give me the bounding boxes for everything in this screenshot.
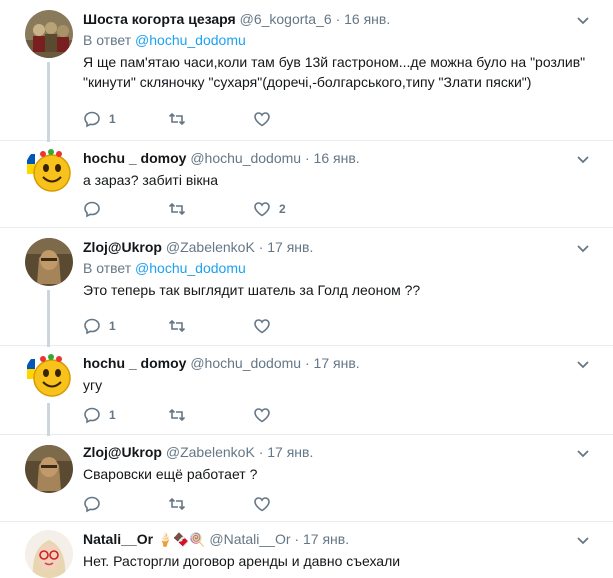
separator: ·: [304, 355, 310, 371]
separator: ·: [258, 444, 264, 460]
heart-icon: [254, 497, 270, 512]
author-name[interactable]: Zloj@Ukrop: [83, 239, 162, 255]
reply-context: В ответ @hochu_dodomu: [83, 31, 593, 50]
separator: ·: [304, 150, 310, 166]
retweet-button[interactable]: [168, 200, 253, 218]
retweet-icon: [168, 319, 186, 333]
reply-to-link[interactable]: @hochu_dodomu: [135, 260, 246, 276]
name-emoji: 🍦🍫🍭: [156, 532, 206, 547]
tweet-text: Это теперь так выглядит шатель за Голд л…: [83, 282, 421, 298]
author-name[interactable]: Natali__Or: [83, 531, 153, 547]
tweet[interactable]: Zloj@Ukrop @ZabelenkoK · 17 янв. Сваровс…: [0, 435, 613, 522]
reply-icon: [84, 496, 100, 513]
retweet-icon: [168, 202, 186, 216]
tweet[interactable]: Natali__Or 🍦🍫🍭 @Natali__Or · 17 янв. Нет…: [0, 522, 613, 578]
avatar[interactable]: [25, 146, 73, 194]
separator: ·: [335, 11, 341, 27]
tweet-text: Я ще пам'ятаю часи,коли там був 13й гаст…: [83, 54, 590, 90]
author-handle[interactable]: @hochu_dodomu: [190, 150, 301, 166]
heart-icon: [254, 112, 270, 127]
reply-icon: [84, 318, 100, 335]
thread-line: [47, 62, 50, 142]
like-button[interactable]: [253, 317, 338, 335]
retweet-button[interactable]: [168, 317, 253, 335]
author-name[interactable]: hochu _ domoy: [83, 150, 186, 166]
author-name[interactable]: Zloj@Ukrop: [83, 444, 162, 460]
reply-button[interactable]: 1: [83, 406, 168, 424]
tweet[interactable]: Zloj@Ukrop @ZabelenkoK · 17 янв. В ответ…: [0, 228, 613, 347]
author-handle[interactable]: @Natali__Or: [209, 531, 290, 547]
tweet-date[interactable]: 17 янв.: [314, 355, 360, 371]
separator: ·: [294, 531, 300, 547]
tweet[interactable]: hochu _ domoy @hochu_dodomu · 16 янв. а …: [0, 141, 613, 228]
separator: ·: [258, 239, 264, 255]
reply-button[interactable]: 1: [83, 317, 168, 335]
author-handle[interactable]: @ZabelenkoK: [166, 239, 255, 255]
tweet-text: Нет. Расторгли договор аренды и давно съ…: [83, 553, 401, 569]
author-handle[interactable]: @ZabelenkoK: [166, 444, 255, 460]
tweet-date[interactable]: 16 янв.: [314, 150, 360, 166]
avatar[interactable]: [25, 10, 73, 58]
chevron-down-icon[interactable]: [575, 12, 591, 28]
like-button[interactable]: 2: [253, 200, 338, 218]
tweet-text: угу: [83, 377, 103, 393]
retweet-icon: [168, 408, 186, 422]
chevron-down-icon[interactable]: [575, 532, 591, 548]
retweet-button[interactable]: [168, 110, 253, 128]
tweet-text: Сваровски ещё работает ?: [83, 466, 258, 482]
author-handle[interactable]: @6_kogorta_6: [240, 11, 332, 27]
tweet-date[interactable]: 17 янв.: [267, 239, 313, 255]
heart-icon: [254, 408, 270, 423]
heart-icon: [254, 202, 270, 217]
author-name[interactable]: Шоста когорта цезаря: [83, 11, 236, 27]
reply-context: В ответ @hochu_dodomu: [83, 259, 593, 278]
like-button[interactable]: [253, 406, 338, 424]
avatar[interactable]: [25, 530, 73, 578]
like-button[interactable]: [253, 495, 338, 513]
reply-count: 1: [109, 319, 116, 333]
heart-icon: [254, 319, 270, 334]
retweet-icon: [168, 497, 186, 511]
tweet-date[interactable]: 16 янв.: [344, 11, 390, 27]
retweet-button[interactable]: [168, 406, 253, 424]
retweet-icon: [168, 112, 186, 126]
like-button[interactable]: [253, 110, 338, 128]
reply-icon: [84, 111, 100, 128]
chevron-down-icon[interactable]: [575, 356, 591, 372]
thread-line: [47, 290, 50, 347]
avatar[interactable]: [25, 351, 73, 399]
like-count: 2: [279, 202, 286, 216]
tweet-date[interactable]: 17 янв.: [303, 531, 349, 547]
tweet-date[interactable]: 17 янв.: [267, 444, 313, 460]
reply-button[interactable]: [83, 495, 168, 513]
reply-button[interactable]: 1: [83, 110, 168, 128]
author-name[interactable]: hochu _ domoy: [83, 355, 186, 371]
chevron-down-icon[interactable]: [575, 445, 591, 461]
tweet[interactable]: Шоста когорта цезаря @6_kogorta_6 · 16 я…: [0, 0, 613, 142]
avatar[interactable]: [25, 445, 73, 493]
chevron-down-icon[interactable]: [575, 151, 591, 167]
reply-count: 1: [109, 112, 116, 126]
reply-icon: [84, 407, 100, 424]
avatar[interactable]: [25, 238, 73, 286]
chevron-down-icon[interactable]: [575, 240, 591, 256]
retweet-button[interactable]: [168, 495, 253, 513]
thread-line: [47, 403, 50, 436]
reply-icon: [84, 201, 100, 218]
author-handle[interactable]: @hochu_dodomu: [190, 355, 301, 371]
reply-prefix: В ответ: [83, 32, 132, 48]
tweet-text: а зараз? забиті вікна: [83, 172, 219, 188]
reply-button[interactable]: [83, 200, 168, 218]
tweet[interactable]: hochu _ domoy @hochu_dodomu · 17 янв. уг…: [0, 346, 613, 436]
reply-prefix: В ответ: [83, 260, 132, 276]
reply-to-link[interactable]: @hochu_dodomu: [135, 32, 246, 48]
reply-count: 1: [109, 408, 116, 422]
